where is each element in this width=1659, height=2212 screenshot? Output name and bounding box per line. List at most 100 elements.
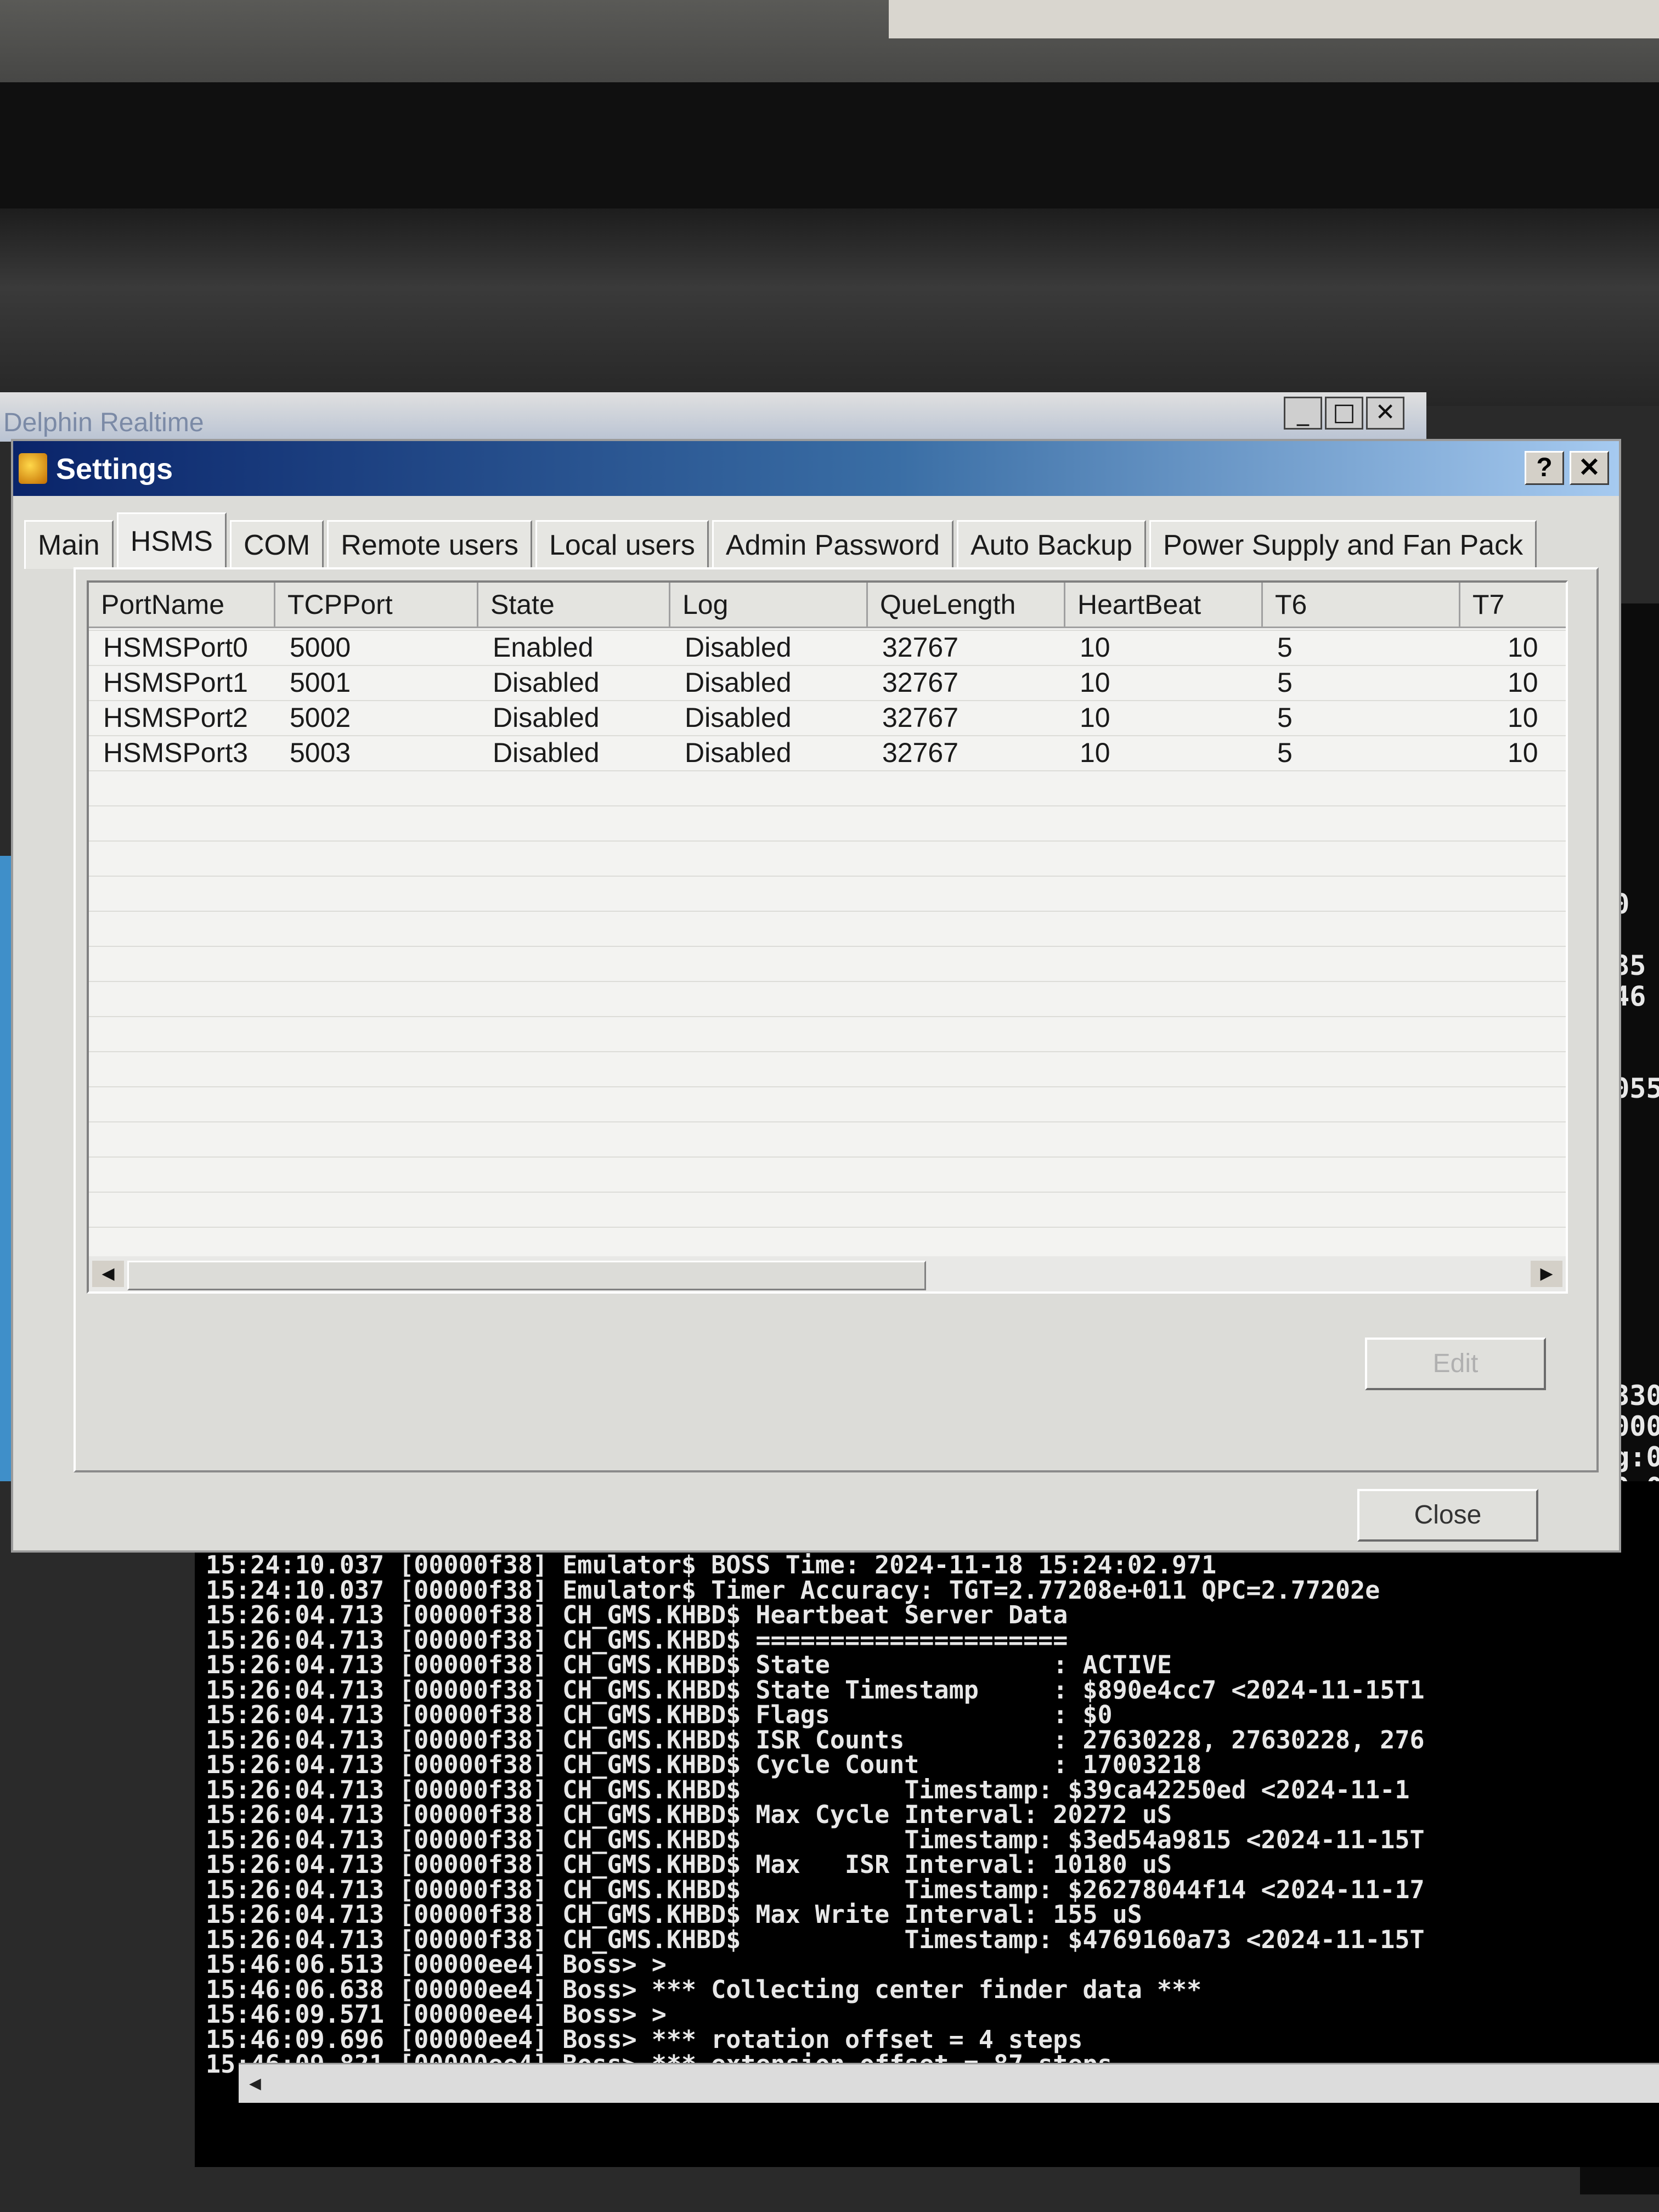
scroll-left-icon[interactable]: ◀ [239, 2069, 272, 2098]
tab-power-supply-and-fan-pack[interactable]: Power Supply and Fan Pack [1149, 520, 1537, 569]
console-line: 15:26:04.713 [00000f38] CH_GMS.KHBD$ Tim… [206, 1775, 1410, 1804]
console-line: 15:26:04.713 [00000f38] CH_GMS.KHBD$ Max… [206, 1850, 1172, 1879]
console-line: 15:26:04.713 [00000f38] CH_GMS.KHBD$ Max… [206, 1900, 1142, 1929]
table-cell-log: Disabled [685, 737, 792, 768]
table-cell-t7: 10 [1508, 702, 1538, 733]
table-cell-quelength: 32767 [882, 632, 959, 663]
table-cell-log: Disabled [685, 667, 792, 698]
console-line: 15:46:06.638 [00000ee4] Boss> *** Collec… [206, 1974, 1202, 2004]
table-cell-t6: 5 [1277, 702, 1293, 733]
console-line: 15:26:04.713 [00000f38] CH_GMS.KHBD$ Fla… [206, 1700, 1113, 1729]
console-line: 15:46:06.513 [00000ee4] Boss> > [206, 1950, 667, 1979]
column-header-state[interactable]: State [478, 583, 670, 627]
list-header: PortName TCPPort State Log QueLength HeartBea… [89, 583, 1566, 628]
tab-admin-password[interactable]: Admin Password [712, 520, 954, 569]
list-horizontal-scrollbar[interactable]: ◀ ▶ [89, 1256, 1566, 1291]
console-line: 15:26:04.713 [00000f38] CH_GMS.KHBD$ Tim… [206, 1875, 1425, 1904]
console-line: 15:46:09.696 [00000ee4] Boss> *** rotati… [206, 2024, 1083, 2054]
table-cell-tcpport: 5000 [290, 632, 351, 663]
minimize-button[interactable]: _ [1284, 397, 1322, 430]
hsms-port-list[interactable]: PortName TCPPort State Log QueLength HeartBea… [87, 580, 1568, 1294]
table-cell-heartbeat: 10 [1080, 667, 1110, 698]
column-header-portname[interactable]: PortName [89, 583, 275, 627]
table-row[interactable]: HSMSPort2 5002 Disabled Disabled 32767 10 5 10 [89, 700, 1566, 735]
table-cell-quelength: 32767 [882, 737, 959, 768]
column-header-t7[interactable]: T7 [1460, 583, 1566, 627]
console-line: 15:26:04.713 [00000f38] CH_GMS.KHBD$ Cyc… [206, 1750, 1202, 1779]
photo-shelf [889, 0, 1659, 38]
console-output: 15:24:10.037 [00000f38] Emulator$ BOSS T… [206, 1553, 1425, 2077]
tab-main[interactable]: Main [24, 520, 114, 569]
tab-auto-backup[interactable]: Auto Backup [957, 520, 1146, 569]
column-header-quelength[interactable]: QueLength [868, 583, 1065, 627]
column-header-log[interactable]: Log [670, 583, 868, 627]
table-cell-log: Disabled [685, 702, 792, 733]
scroll-left-icon[interactable]: ◀ [92, 1261, 124, 1287]
table-cell-portname: HSMSPort2 [103, 702, 248, 733]
table-cell-state: Disabled [493, 702, 600, 733]
console-line: 15:26:04.713 [00000f38] CH_GMS.KHBD$ Sta… [206, 1650, 1172, 1679]
table-row[interactable]: HSMSPort3 5003 Disabled Disabled 32767 10 5 10 [89, 735, 1566, 770]
console-line: 15:26:04.713 [00000f38] CH_GMS.KHBD$ Hea… [206, 1600, 1068, 1629]
console-line: 15:46:09.571 [00000ee4] Boss> > [206, 2000, 667, 2029]
list-body: HSMSPort0 5000 Enabled Disabled 32767 10 5 10 HS… [89, 630, 1566, 1244]
scroll-right-icon[interactable]: ▶ [1531, 1261, 1562, 1287]
table-cell-quelength: 32767 [882, 702, 959, 733]
monitor-bezel [0, 82, 1659, 219]
table-cell-log: Disabled [685, 632, 792, 663]
table-cell-heartbeat: 10 [1080, 737, 1110, 768]
table-cell-t6: 5 [1277, 737, 1293, 768]
tab-com[interactable]: COM [229, 520, 324, 569]
table-cell-portname: HSMSPort3 [103, 737, 248, 768]
console-line: 15:24:10.037 [00000f38] Emulator$ Timer … [206, 1575, 1380, 1605]
parent-window-title: Delphin Realtime [3, 408, 204, 437]
column-header-t6[interactable]: T6 [1263, 583, 1460, 627]
table-row[interactable]: HSMSPort1 5001 Disabled Disabled 32767 10 5 10 [89, 665, 1566, 700]
parent-close-button[interactable]: ✕ [1366, 397, 1404, 430]
console-line: 15:26:04.713 [00000f38] CH_GMS.KHBD$ Sta… [206, 1675, 1425, 1705]
table-cell-t7: 10 [1508, 737, 1538, 768]
table-cell-quelength: 32767 [882, 667, 959, 698]
close-button[interactable]: Close [1357, 1489, 1538, 1542]
settings-dialog: Settings ? ✕ Main HSMS COM Remote users Loca… [11, 439, 1621, 1553]
help-button[interactable]: ? [1525, 451, 1564, 485]
table-cell-heartbeat: 10 [1080, 702, 1110, 733]
console-line: 15:26:04.713 [00000f38] CH_GMS.KHBD$ Tim… [206, 1825, 1425, 1854]
dialog-close-x-button[interactable]: ✕ [1570, 451, 1609, 485]
table-cell-state: Enabled [493, 632, 594, 663]
hsms-tab-panel: PortName TCPPort State Log QueLength HeartBea… [74, 567, 1599, 1472]
table-cell-tcpport: 5003 [290, 737, 351, 768]
parent-window-titlebar: Delphin Realtime _ □ ✕ [0, 392, 1426, 442]
table-cell-tcpport: 5002 [290, 702, 351, 733]
table-row[interactable]: HSMSPort0 5000 Enabled Disabled 32767 10 5 10 [89, 630, 1566, 665]
console-line: 15:26:04.713 [00000f38] CH_GMS.KHBD$ ===… [206, 1625, 1068, 1655]
table-cell-tcpport: 5001 [290, 667, 351, 698]
tab-remote-users[interactable]: Remote users [327, 520, 532, 569]
table-cell-portname: HSMSPort0 [103, 632, 248, 663]
table-cell-t7: 10 [1508, 632, 1538, 663]
table-cell-heartbeat: 10 [1080, 632, 1110, 663]
console-line: 15:26:04.713 [00000f38] CH_GMS.KHBD$ ISR… [206, 1725, 1425, 1754]
dialog-title: Settings [56, 453, 173, 486]
monitor-reflection [0, 208, 1659, 406]
table-cell-t6: 5 [1277, 667, 1293, 698]
console-line: 15:26:04.713 [00000f38] CH_GMS.KHBD$ Tim… [206, 1925, 1425, 1954]
console-window: 15:24:10.037 [00000f38] Emulator$ BOSS T… [195, 1481, 1659, 2167]
tab-strip: Main HSMS COM Remote users Local users Admin … [24, 512, 1540, 569]
dialog-titlebar: Settings ? ✕ [13, 441, 1619, 496]
table-cell-t7: 10 [1508, 667, 1538, 698]
table-cell-state: Disabled [493, 667, 600, 698]
column-header-heartbeat[interactable]: HeartBeat [1065, 583, 1263, 627]
console-horizontal-scrollbar[interactable]: ◀ [239, 2063, 1659, 2103]
table-cell-state: Disabled [493, 737, 600, 768]
column-header-tcpport[interactable]: TCPPort [275, 583, 478, 627]
console-line: 15:24:10.037 [00000f38] Emulator$ BOSS T… [206, 1550, 1217, 1579]
tab-local-users[interactable]: Local users [535, 520, 709, 569]
tab-hsms[interactable]: HSMS [116, 512, 227, 569]
console-line: 15:26:04.713 [00000f38] CH_GMS.KHBD$ Max… [206, 1800, 1172, 1829]
app-icon [19, 453, 47, 484]
maximize-button[interactable]: □ [1325, 397, 1363, 430]
edit-button[interactable]: Edit [1365, 1338, 1546, 1390]
scrollbar-thumb[interactable] [127, 1261, 926, 1290]
table-cell-portname: HSMSPort1 [103, 667, 248, 698]
